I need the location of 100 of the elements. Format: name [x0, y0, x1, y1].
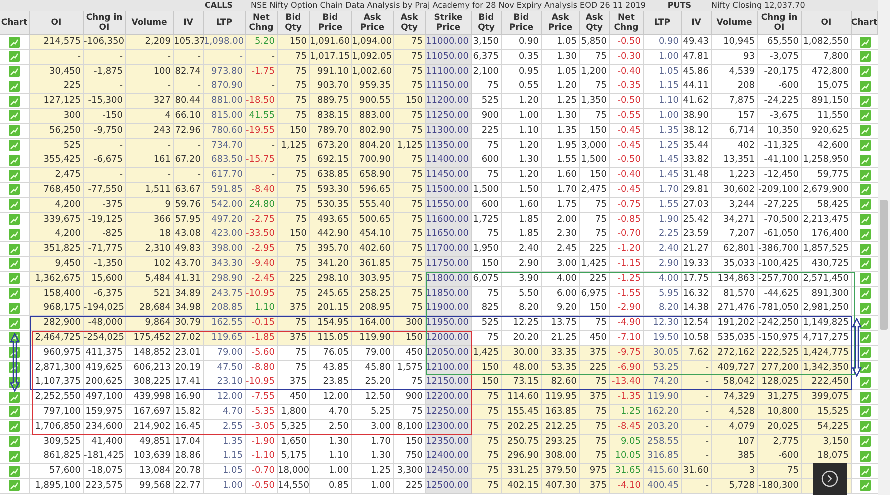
table-cell: -0.30: [610, 50, 644, 65]
table-cell: 1,725: [472, 212, 502, 228]
table-cell: -0.15: [246, 316, 278, 332]
table-cell: 497.20: [204, 212, 246, 228]
table-cell: 439,998: [126, 390, 174, 406]
table-cell: 385: [712, 449, 758, 464]
table-cell: 1,223: [712, 168, 758, 184]
table-cell: 15,600: [84, 272, 126, 287]
chart-icon[interactable]: [860, 362, 870, 374]
table-cell: -7.10: [610, 330, 644, 346]
table-cell: 5,484: [126, 272, 174, 287]
table-cell: 148,852: [126, 346, 174, 361]
table-cell: -13.40: [610, 375, 644, 390]
table-cell: 11850.00: [426, 286, 472, 302]
table-cell: 2.90: [502, 256, 542, 272]
table-cell: 300: [30, 108, 84, 124]
table-cell: -0.50: [610, 153, 644, 168]
column-header: Chng in OI: [84, 11, 126, 35]
table-cell: 1.00: [352, 478, 394, 494]
table-cell: 1.20: [502, 94, 542, 110]
table-cell: 1.30: [352, 449, 394, 464]
table-cell: 1,091.60: [310, 35, 352, 50]
table-cell: -: [246, 168, 278, 184]
table-cell: 20.20: [502, 330, 542, 346]
table-cell: 31.65: [610, 464, 644, 480]
table-cell: 31.48: [682, 168, 712, 184]
table-cell: 8.20: [502, 301, 542, 316]
table-cell: 73.15: [502, 375, 542, 390]
table-cell: 450: [278, 390, 310, 406]
table-cell: -8.40: [246, 182, 278, 198]
table-cell: -1,875: [84, 64, 126, 80]
table-cell: -: [682, 404, 712, 420]
table-cell: 31,275: [758, 390, 802, 406]
table-cell: 154.95: [310, 316, 352, 332]
table-cell: 33.82: [682, 153, 712, 168]
table-cell: -0.50: [610, 94, 644, 110]
table-cell: 13,351: [712, 153, 758, 168]
table-cell: 991.10: [310, 64, 352, 80]
table-cell: 66.10: [174, 108, 204, 124]
table-cell: 3,150: [802, 434, 852, 450]
table-cell: 155.45: [502, 404, 542, 420]
table-cell: 12.25: [502, 316, 542, 332]
table-cell: 25.42: [682, 212, 712, 228]
table-cell: 298.90: [204, 272, 246, 287]
table-cell: -181,425: [84, 449, 126, 464]
table-cell: 1.70: [644, 182, 682, 198]
table-cell: -: [126, 138, 174, 154]
chart-icon[interactable]: [860, 318, 870, 329]
table-cell: 19.33: [682, 256, 712, 272]
table-cell: 530.35: [310, 198, 352, 213]
table-cell: 41.62: [682, 94, 712, 110]
table-cell: 158,400: [30, 286, 84, 302]
table-cell: 75: [394, 242, 426, 258]
table-cell: 150: [580, 124, 610, 139]
table-cell: 33.35: [542, 346, 580, 361]
table-cell: 29.81: [682, 182, 712, 198]
table-cell: -7.55: [246, 390, 278, 406]
table-cell: 1.45: [644, 168, 682, 184]
table-cell: 62,801: [712, 242, 758, 258]
table-cell: 968,175: [30, 301, 84, 316]
table-cell: 150: [394, 94, 426, 110]
table-cell: 38.12: [682, 124, 712, 139]
table-cell: 38.90: [682, 108, 712, 124]
table-cell: 1,424,775: [802, 346, 852, 361]
table-cell: 2.45: [542, 242, 580, 258]
column-header: Bid Qty: [472, 11, 502, 35]
table-cell: 56,250: [30, 124, 84, 139]
table-cell: 900.55: [352, 94, 394, 110]
table-cell: 105.37: [174, 35, 204, 50]
column-header: Volume: [126, 11, 174, 35]
table-cell: 75: [278, 168, 310, 184]
table-cell: 75: [394, 50, 426, 65]
table-cell: 11400.00: [426, 153, 472, 168]
table-cell: 271,476: [712, 301, 758, 316]
table-cell: 415.60: [644, 464, 682, 480]
table-cell: 815.00: [204, 108, 246, 124]
table-cell: 1.10: [502, 124, 542, 139]
table-cell: -0.70: [610, 227, 644, 242]
table-cell: 75: [472, 79, 502, 94]
table-cell: 75: [580, 449, 610, 464]
table-cell: 2,679,900: [802, 182, 852, 198]
table-cell: 234,600: [84, 420, 126, 435]
table-cell: 825: [472, 301, 502, 316]
table-cell: 2.30: [542, 227, 580, 242]
table-cell: 0.85: [310, 478, 352, 494]
table-cell: 430,725: [802, 256, 852, 272]
table-cell: -600: [758, 79, 802, 94]
table-cell: 12.30: [644, 316, 682, 332]
table-cell: -15.75: [246, 153, 278, 168]
table-cell: 201.15: [310, 301, 352, 316]
table-cell: 79.00: [204, 346, 246, 361]
table-cell: 75: [472, 390, 502, 406]
table-cell: 1,706,850: [30, 420, 84, 435]
table-cell: 272,162: [712, 346, 758, 361]
next-button[interactable]: [813, 463, 847, 495]
table-cell: 223,575: [84, 478, 126, 494]
table-cell: -33.50: [246, 227, 278, 242]
table-cell: 31.60: [682, 464, 712, 480]
scrollbar-thumb[interactable]: [880, 200, 888, 330]
table-cell: 41.55: [246, 108, 278, 124]
